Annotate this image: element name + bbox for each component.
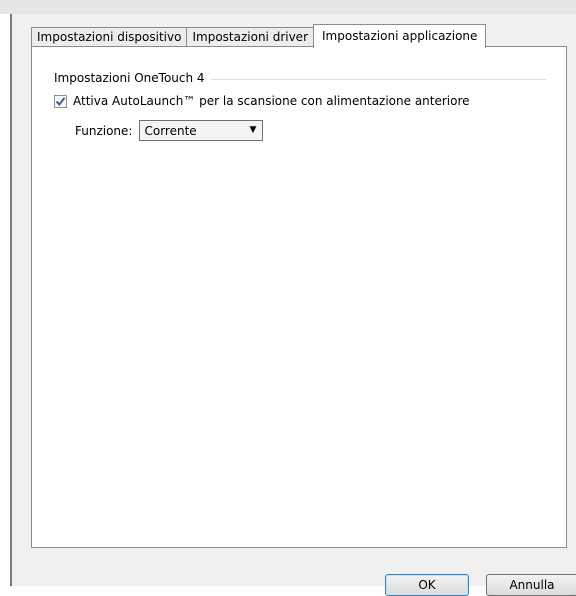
function-row: Funzione: Corrente ▼ [75, 120, 264, 141]
autolaunch-option[interactable]: Attiva AutoLaunch™ per la scansione con … [54, 94, 470, 108]
function-label: Funzione: [75, 123, 133, 138]
cancel-button[interactable]: Annulla [486, 574, 576, 596]
settings-dialog: Impostazioni dispositivo Impostazioni dr… [10, 14, 576, 596]
tab-driver-settings[interactable]: Impostazioni driver [186, 27, 314, 47]
ok-button[interactable]: OK [385, 574, 469, 596]
dropdown-arrow-icon: ▼ [249, 125, 257, 135]
function-select[interactable]: Corrente ▼ [139, 120, 264, 141]
tab-device-settings[interactable]: Impostazioni dispositivo [31, 27, 188, 47]
group-divider [210, 78, 546, 80]
function-selected-value: Corrente [144, 123, 197, 138]
autolaunch-checkbox[interactable] [54, 94, 67, 108]
checkmark-icon [55, 96, 66, 106]
tab-strip: Impostazioni dispositivo Impostazioni dr… [31, 24, 487, 48]
onetouch-group-header: Impostazioni OneTouch 4 [54, 71, 546, 85]
window-top-edge [0, 0, 576, 14]
autolaunch-label: Attiva AutoLaunch™ per la scansione con … [73, 94, 470, 108]
tab-application-settings[interactable]: Impostazioni applicazione [313, 24, 487, 48]
onetouch-group-title: Impostazioni OneTouch 4 [54, 71, 205, 85]
tab-panel-application-settings: Impostazioni OneTouch 4 Attiva AutoLaunc… [31, 46, 567, 548]
